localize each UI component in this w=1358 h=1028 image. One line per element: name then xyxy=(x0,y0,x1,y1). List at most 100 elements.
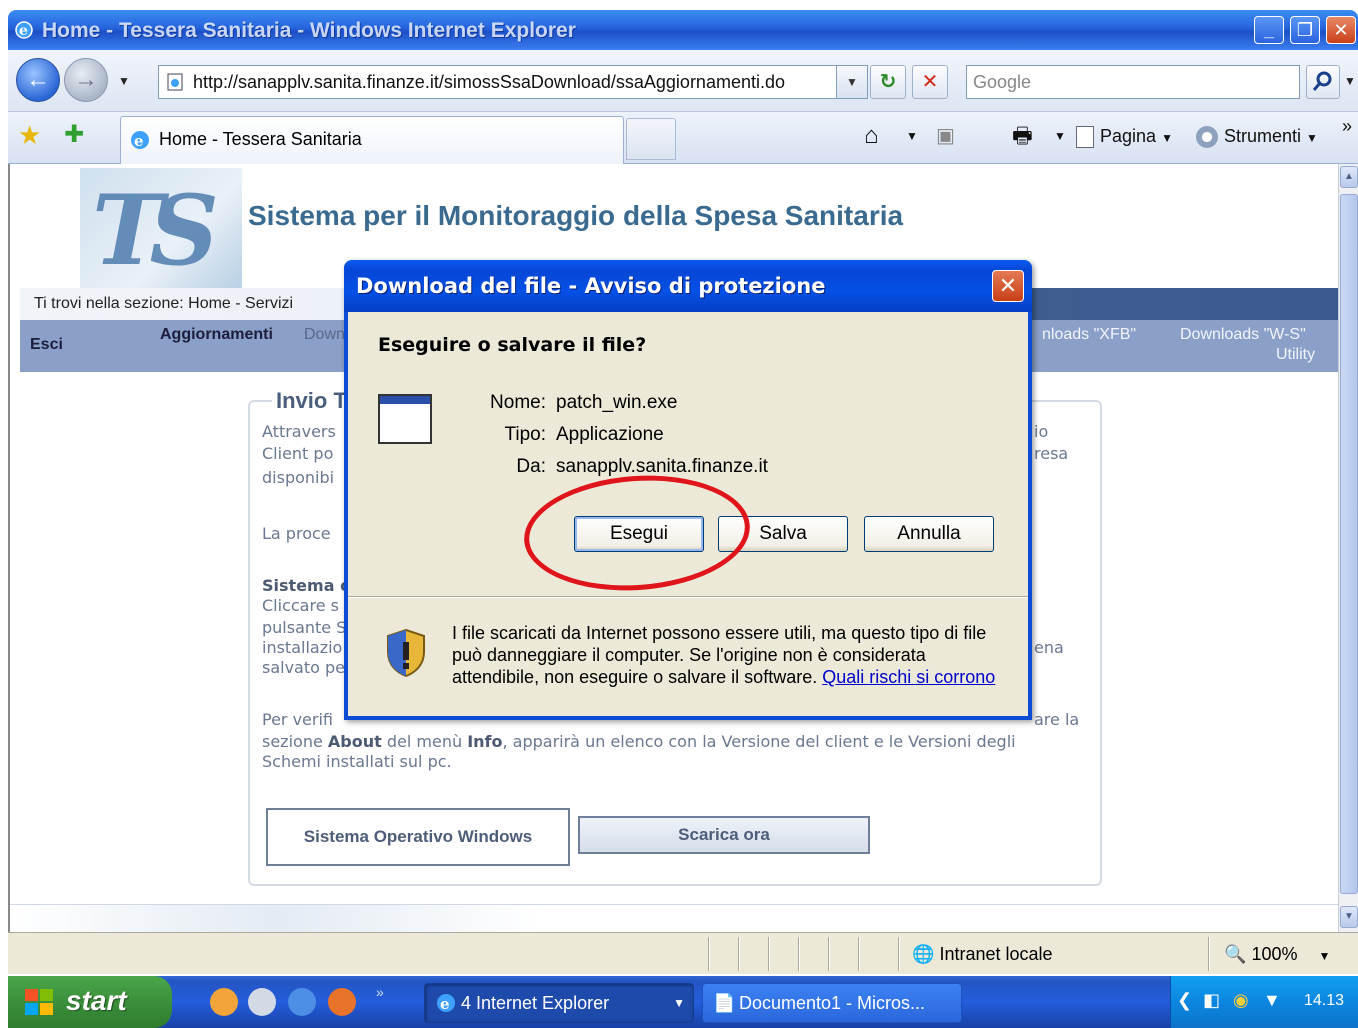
menu-esci[interactable]: Esci xyxy=(30,336,63,354)
page-menu-label: Pagina xyxy=(1100,126,1157,146)
body-text: Cliccare s xyxy=(262,596,339,615)
new-tab-button[interactable] xyxy=(626,118,676,160)
menu-utility[interactable]: Utility xyxy=(1276,346,1315,364)
scroll-down-icon[interactable]: ▼ xyxy=(1340,906,1358,928)
menu-downloads-xfb[interactable]: nloads "XFB" xyxy=(1042,326,1136,344)
print-dropdown-icon[interactable]: ▼ xyxy=(1054,122,1066,150)
feeds-icon[interactable]: ▣ xyxy=(936,122,955,150)
search-button[interactable] xyxy=(1306,65,1340,99)
tray-expand-icon[interactable]: ❮ xyxy=(1177,990,1192,1011)
body-text: Sistema o xyxy=(262,576,351,596)
start-label: start xyxy=(66,985,127,1016)
internet-explorer-icon: e xyxy=(437,994,455,1013)
antivirus-icon[interactable]: ▼ xyxy=(1263,990,1281,1011)
refresh-button[interactable]: ↻ xyxy=(870,65,906,99)
file-type-label: Tipo: xyxy=(504,424,546,445)
taskbar-item-word[interactable]: 📄 Documento1 - Micros... xyxy=(702,983,962,1023)
add-favorites-icon[interactable]: ✚ xyxy=(64,120,84,149)
search-options-icon[interactable]: ▼ xyxy=(1344,74,1356,88)
zoom-control[interactable]: 🔍 100% ▼ xyxy=(1224,939,1330,971)
clock-app-icon[interactable]: ◉ xyxy=(1233,990,1249,1011)
vertical-scrollbar[interactable]: ▲ ▼ xyxy=(1338,164,1358,932)
ts-logo: TS xyxy=(80,168,242,290)
tools-menu[interactable]: Strumenti ▼ xyxy=(1196,122,1318,152)
system-clock[interactable]: 14.13 xyxy=(1304,992,1344,1010)
zoom-dropdown-icon[interactable]: ▼ xyxy=(1319,949,1331,963)
warning-message: I file scaricati da Internet possono ess… xyxy=(452,622,1012,688)
svg-text:e: e xyxy=(134,132,144,150)
file-name-value: patch_win.exe xyxy=(556,392,678,413)
body-text-bold: Sistema o xyxy=(262,576,352,595)
search-input[interactable]: Google xyxy=(966,65,1300,99)
home-dropdown-icon[interactable]: ▼ xyxy=(906,122,918,150)
maximize-button[interactable]: ❐ xyxy=(1290,16,1320,44)
home-icon[interactable]: ⌂ xyxy=(864,122,879,150)
quicklaunch-icon[interactable] xyxy=(288,988,316,1016)
windows-flag-icon xyxy=(25,989,53,1015)
word-icon: 📄 xyxy=(713,993,736,1013)
site-title: Sistema per il Monitoraggio della Spesa … xyxy=(248,200,904,231)
status-divider xyxy=(898,937,900,971)
status-divider xyxy=(828,937,830,971)
body-text: Per verifi xyxy=(262,710,333,729)
body-text: sezione About del menù Info, apparirà un… xyxy=(262,732,1016,752)
body-text: installazio xyxy=(262,638,343,657)
security-shield-icon xyxy=(387,628,425,678)
text-bold: Info xyxy=(467,732,503,751)
scroll-thumb[interactable] xyxy=(1340,194,1358,894)
tab-home-tessera[interactable]: e Home - Tessera Sanitaria xyxy=(120,116,624,164)
body-text: Client po xyxy=(262,444,334,463)
tools-menu-label: Strumenti xyxy=(1224,126,1302,146)
group-dropdown-icon: ▼ xyxy=(673,996,685,1010)
application-file-icon xyxy=(378,394,432,444)
intranet-icon: 🌐 xyxy=(912,944,935,964)
menu-downloads[interactable]: Downl xyxy=(304,326,348,344)
section-title: Invio T xyxy=(272,388,351,414)
quicklaunch-icon[interactable] xyxy=(210,988,238,1016)
address-dropdown-icon[interactable]: ▼ xyxy=(836,65,868,99)
close-window-button[interactable]: ✕ xyxy=(1326,16,1356,44)
page-icon xyxy=(167,73,183,91)
taskbar-item-label: 4 Internet Explorer xyxy=(461,993,610,1013)
quicklaunch-more-icon[interactable]: » xyxy=(376,984,384,1000)
status-divider xyxy=(858,937,860,971)
quicklaunch-icon[interactable] xyxy=(248,988,276,1016)
dialog-question: Eseguire o salvare il file? xyxy=(378,334,647,356)
print-icon[interactable]: 🖶 xyxy=(1012,122,1033,150)
dialog-title: Download del file - Avviso di protezione xyxy=(356,274,826,298)
body-text: pulsante S xyxy=(262,618,347,637)
download-now-button[interactable]: Scarica ora xyxy=(578,816,870,854)
body-text: are la xyxy=(1034,710,1080,729)
back-button[interactable]: ← xyxy=(16,58,60,102)
favorites-star-icon[interactable]: ★ xyxy=(18,120,41,151)
quicklaunch-icon[interactable] xyxy=(328,988,356,1016)
forward-button[interactable]: → xyxy=(64,58,108,102)
network-icon[interactable]: ◧ xyxy=(1203,990,1220,1011)
scroll-up-icon[interactable]: ▲ xyxy=(1340,166,1358,188)
svg-text:e: e xyxy=(440,995,450,1013)
menu-downloads-ws[interactable]: Downloads "W-S" xyxy=(1180,326,1306,344)
status-divider xyxy=(768,937,770,971)
minimize-button[interactable]: _ xyxy=(1254,16,1284,44)
taskbar-item-internet-explorer[interactable]: e 4 Internet Explorer ▼ xyxy=(424,983,694,1023)
dialog-close-button[interactable]: ✕ xyxy=(992,270,1024,302)
dialog-separator xyxy=(348,596,1028,598)
body-text: Attravers xyxy=(262,422,336,441)
window-title: Home - Tessera Sanitaria - Windows Inter… xyxy=(42,19,576,42)
gear-icon xyxy=(1196,126,1218,149)
address-input[interactable]: http://sanapplv.sanita.finanze.it/simoss… xyxy=(158,65,868,99)
status-bar: 🌐 Intranet locale 🔍 100% ▼ xyxy=(8,932,1358,974)
page-menu[interactable]: Pagina ▼ xyxy=(1076,122,1173,152)
body-text: disponibi xyxy=(262,468,335,487)
cancel-button[interactable]: Annulla xyxy=(864,516,994,552)
security-zone[interactable]: 🌐 Intranet locale xyxy=(912,939,1053,969)
start-button[interactable]: start xyxy=(8,976,172,1028)
stop-button[interactable]: ✕ xyxy=(912,65,948,99)
risk-info-link[interactable]: Quali rischi si corrono xyxy=(822,667,995,687)
more-commands-icon[interactable]: » xyxy=(1342,112,1352,140)
status-divider xyxy=(708,937,710,971)
body-text: salvato pe xyxy=(262,658,346,677)
menu-aggiornamenti[interactable]: Aggiornamenti xyxy=(160,326,273,344)
window-titlebar: e Home - Tessera Sanitaria - Windows Int… xyxy=(8,10,1358,50)
history-dropdown-icon[interactable]: ▼ xyxy=(118,74,130,88)
